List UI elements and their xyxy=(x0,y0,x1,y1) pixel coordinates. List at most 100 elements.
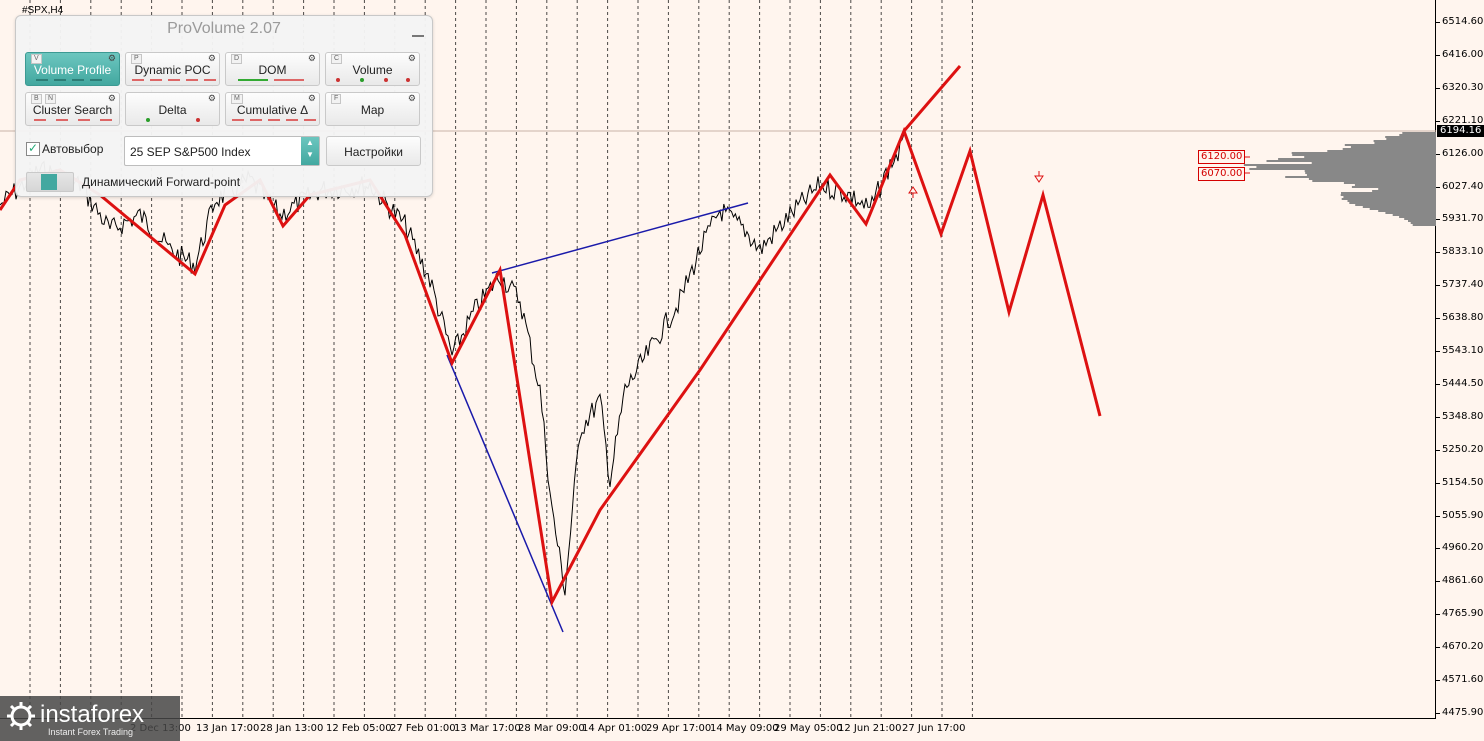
button-label: Cumulative Δ xyxy=(236,103,309,117)
settings-label: Настройки xyxy=(344,145,403,159)
price-tick xyxy=(1436,351,1440,352)
price-tick-label: 5931.70 xyxy=(1442,213,1484,225)
price-tick-label: 5154.50 xyxy=(1442,476,1484,488)
price-tick-label: 4861.60 xyxy=(1442,575,1484,587)
panel-title: ProVolume 2.07 xyxy=(167,20,281,37)
time-tick-label: 27 Jun 17:00 xyxy=(902,723,966,734)
spin-arrows-icon[interactable]: ▲ ▼ xyxy=(301,137,319,165)
volume-profile-bar xyxy=(1266,160,1436,162)
price-tick xyxy=(1436,449,1440,451)
price-tick-label: 5250.20 xyxy=(1442,443,1484,455)
delta-button[interactable]: ⚙ Delta xyxy=(125,92,220,126)
forward-point-label: Динамический Forward-point xyxy=(82,175,241,189)
volume-profile-bar xyxy=(1311,162,1436,164)
volume-profile-bar xyxy=(1351,186,1436,188)
down-arrow-icon xyxy=(1034,171,1044,183)
volume-profile-bar xyxy=(1378,210,1436,212)
watermark-tagline: Instant Forex Trading xyxy=(48,727,134,737)
price-tick xyxy=(1436,647,1440,649)
volume-profile-button[interactable]: V ⚙ Volume Profile xyxy=(25,52,120,86)
volume-profile-bar xyxy=(1412,224,1436,226)
volume-profile-bar xyxy=(1399,134,1436,136)
button-label: Dynamic POC xyxy=(134,63,211,77)
button-label: DOM xyxy=(258,63,287,77)
volume-profile-bar xyxy=(1304,170,1436,172)
volume-profile-bar xyxy=(1347,200,1436,202)
volume-profile-bar xyxy=(1278,158,1436,160)
price-tick-label: 5348.80 xyxy=(1442,410,1484,422)
time-tick-label: 29 Apr 17:00 xyxy=(646,723,712,734)
check-icon: ✓ xyxy=(27,141,39,155)
volume-profile-bar xyxy=(1385,212,1436,214)
level-6070: 6070.00 xyxy=(1198,167,1246,181)
price-axis[interactable]: 6514.60 6416.00 6320.30 6221.10 6126.00 6027.… xyxy=(1436,0,1484,741)
time-axis[interactable]: 2 Dec 13:0013 Jan 17:0028 Jan 13:0012 Fe… xyxy=(0,719,1436,741)
volume-profile-bar xyxy=(1408,220,1436,222)
price-tick xyxy=(1436,712,1440,714)
price-tick xyxy=(1436,318,1440,320)
price-tick-label: 6416.00 xyxy=(1442,48,1484,60)
volume-profile-bar xyxy=(1343,182,1436,184)
dom-button[interactable]: D ⚙ DOM xyxy=(225,52,320,86)
volume-profile-bar xyxy=(1362,206,1436,208)
volume-profile-bar xyxy=(1410,222,1436,224)
dynamic-poc-button[interactable]: P ⚙ Dynamic POC xyxy=(125,52,220,86)
price-tick-label: 4765.90 xyxy=(1442,608,1484,620)
price-tick xyxy=(1436,581,1440,583)
settings-button[interactable]: Настройки xyxy=(326,136,421,166)
price-tick xyxy=(1436,285,1440,287)
volume-profile-bar xyxy=(1342,148,1436,150)
volume-profile-bar xyxy=(1373,140,1436,142)
price-tick-label: 5055.90 xyxy=(1442,509,1484,521)
cluster-search-button[interactable]: B N ⚙ Cluster Search xyxy=(25,92,120,126)
up-arrow-icon xyxy=(908,186,918,198)
price-tick-label: 4475.90 xyxy=(1442,706,1484,718)
volume-profile-bar xyxy=(1292,154,1436,156)
time-tick-label: 27 Feb 01:00 xyxy=(390,723,456,734)
forward-point-toggle[interactable] xyxy=(26,172,74,192)
volume-profile-bar xyxy=(1312,180,1436,182)
price-tick-label: 6126.00 xyxy=(1442,147,1484,159)
button-label: Volume xyxy=(352,63,393,77)
price-tick-label: 5737.40 xyxy=(1442,279,1484,291)
price-tick xyxy=(1436,515,1440,517)
autoselect-checkbox[interactable]: ✓ xyxy=(26,142,40,156)
price-tick-label: 5638.80 xyxy=(1442,312,1484,324)
instrument-select[interactable]: 25 SEP S&P500 Index ▲ ▼ xyxy=(124,136,320,166)
wave-projection xyxy=(0,126,1102,607)
current-price-tag: 6194.16 xyxy=(1437,125,1484,137)
volume-profile-bar xyxy=(1386,138,1436,140)
cumulative-delta-button[interactable]: M ⚙ Cumulative Δ xyxy=(225,92,320,126)
price-tick-label: 5543.10 xyxy=(1442,345,1484,356)
volume-profile-bar xyxy=(1350,146,1436,148)
price-tick xyxy=(1436,186,1440,188)
volume-profile-bar xyxy=(1308,178,1436,180)
minimize-icon[interactable] xyxy=(412,21,424,37)
time-tick-label: 29 May 05:00 xyxy=(774,723,843,734)
volume-profile-bar xyxy=(1404,218,1436,220)
provolume-panel[interactable]: ProVolume 2.07 V ⚙ Volume Profile P ⚙ Dy… xyxy=(15,15,433,197)
volume-profile-bar xyxy=(1354,184,1436,186)
time-tick-label: 28 Jan 13:00 xyxy=(260,723,324,734)
volume-profile-bar xyxy=(1341,192,1436,194)
button-label: Cluster Search xyxy=(32,103,113,117)
volume-profile-bar xyxy=(1249,168,1436,170)
autoselect-label: Автовыбор xyxy=(42,142,104,156)
price-tick-label: 6320.30 xyxy=(1442,81,1484,93)
volume-profile-bar xyxy=(1285,176,1436,178)
time-tick-label: 12 Jun 21:00 xyxy=(838,723,902,734)
volume-profile-bar xyxy=(1340,194,1436,196)
time-tick-label: 14 May 09:00 xyxy=(710,723,779,734)
volume-profile-bar xyxy=(1378,188,1436,190)
volume-profile-bar xyxy=(1355,204,1436,206)
volume-profile-bar xyxy=(1372,190,1436,192)
trend-line xyxy=(491,202,749,274)
watermark-brand: instaforex xyxy=(40,701,145,728)
price-tick-label: 5833.10 xyxy=(1442,246,1484,258)
volume-button[interactable]: C ⚙ Volume xyxy=(325,52,420,86)
price-tick xyxy=(1436,548,1440,550)
price-tick xyxy=(1436,219,1440,221)
price-tick-label: 6027.40 xyxy=(1442,180,1484,192)
map-button[interactable]: F ⚙ Map xyxy=(325,92,420,126)
trend-line xyxy=(446,354,564,633)
